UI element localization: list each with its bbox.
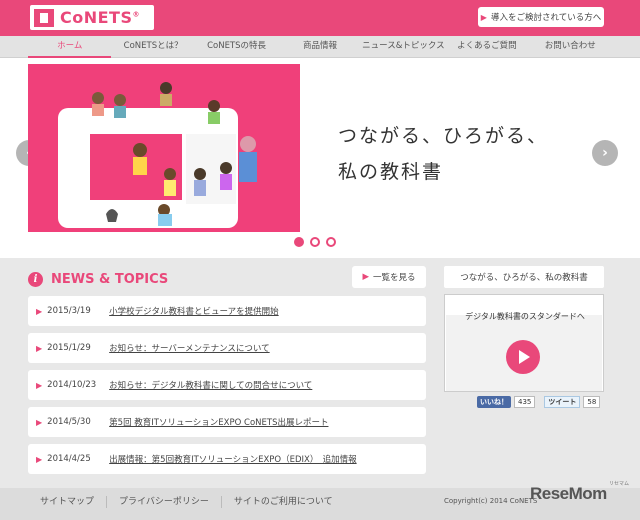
news-date: 2014/4/25 [47, 454, 91, 464]
news-date: 2014/10/23 [47, 380, 97, 390]
footer-links: サイトマップ プライバシーポリシー サイトのご利用について [28, 488, 345, 516]
nav-item-2[interactable]: CoNETSの特長 [195, 36, 278, 58]
site-header: CoNETS® ▶ 導入をご検討されている方へ [0, 0, 640, 36]
chevron-right-icon: ▶ [36, 417, 43, 427]
facebook-like-button[interactable]: いいね！ [477, 396, 511, 408]
facebook-like-count: 435 [514, 396, 536, 408]
nav-item-6[interactable]: お問い合わせ [529, 36, 612, 58]
footer-link-2[interactable]: サイトのご利用について [222, 496, 345, 508]
news-title: NEWS & TOPICS [51, 271, 169, 287]
intro-consider-label: 導入をご検討されている方へ [490, 13, 602, 23]
logo-mark-icon [34, 8, 54, 27]
copyright-text: Copyright(c) 2014 CoNETS [444, 497, 538, 505]
slide-dot-1[interactable] [310, 237, 320, 247]
chevron-right-icon: ▶ [362, 272, 370, 282]
news-item[interactable]: ▶ 2015/1/29 お知らせ：サーバーメンテナンスについて [28, 333, 426, 363]
news-date: 2015/1/29 [47, 343, 91, 353]
nav-item-5[interactable]: よくあるご質問 [445, 36, 528, 58]
video-caption: デジタル教科書のスタンダードへ [465, 312, 585, 321]
news-date: 2014/5/30 [47, 417, 91, 427]
news-link[interactable]: 小学校デジタル教科書とビューアを提供開始 [109, 305, 279, 317]
play-icon[interactable] [506, 340, 540, 374]
resemom-watermark-sub: リセマム [609, 481, 630, 487]
intro-consider-button[interactable]: ▶ 導入をご検討されている方へ [478, 7, 604, 27]
tweet-button[interactable]: ツイート [544, 396, 581, 408]
children-illustration-image [28, 64, 300, 232]
info-icon: i [28, 271, 43, 287]
tweet-count: 58 [583, 396, 601, 408]
conets-logo[interactable]: CoNETS® [30, 5, 154, 30]
news-list: ▶ 2015/3/19 小学校デジタル教科書とビューアを提供開始 ▶ 2015/1/29… [28, 296, 426, 481]
sidebar-title: つながる、ひろがる、私の教科書 [444, 266, 604, 288]
nav-item-1[interactable]: CoNETSとは？ [111, 36, 194, 58]
footer-link-0[interactable]: サイトマップ [28, 496, 108, 508]
chevron-right-icon: ▶ [36, 306, 43, 316]
chevron-right-icon: ▶ [36, 343, 43, 353]
resemom-watermark: ReseMom [530, 484, 607, 503]
logo-text: CoNETS® [60, 8, 140, 27]
slide-indicator [294, 237, 336, 247]
tagline-line-2: 私の教科書 [338, 161, 444, 183]
main-nav-items: ホーム CoNETSとは？ CoNETSの特長 商品情報 ニュース&トピックス よくあるご… [28, 36, 612, 58]
hero-tagline: つながる、ひろがる、 私の教科書 [338, 118, 598, 190]
view-all-news-button[interactable]: ▶ 一覧を見る [352, 266, 426, 288]
nav-item-0[interactable]: ホーム [28, 36, 112, 58]
slide-dot-0[interactable] [294, 237, 304, 247]
chevron-right-icon: › [602, 145, 608, 161]
news-item[interactable]: ▶ 2014/10/23 お知らせ：デジタル教科書に関しての問合せについて [28, 370, 426, 400]
footer-link-1[interactable]: プライバシーポリシー [107, 496, 222, 508]
social-buttons: いいね！ 435 ツイート 58 [477, 396, 601, 408]
main-nav: ホーム CoNETSとは？ CoNETSの特長 商品情報 ニュース&トピックス よくあるご… [0, 36, 640, 58]
news-link[interactable]: 出展情報：第5回教育ITソリューションEXPO（EDIX） 追加情報 [109, 453, 356, 465]
news-item[interactable]: ▶ 2015/3/19 小学校デジタル教科書とビューアを提供開始 [28, 296, 426, 326]
slide-dot-2[interactable] [326, 237, 336, 247]
tagline-line-1: つながる、ひろがる、 [338, 125, 549, 147]
hero-illustration [28, 64, 300, 232]
news-link[interactable]: お知らせ：サーバーメンテナンスについて [109, 342, 269, 354]
chevron-right-icon: ▶ [36, 454, 43, 464]
news-link[interactable]: 第5回 教育ITソリューションEXPO CoNETS出展レポート [109, 416, 328, 428]
chevron-right-icon: ▶ [480, 12, 487, 22]
promo-video[interactable]: デジタル教科書のスタンダードへ [444, 294, 604, 392]
view-all-label: 一覧を見る [373, 273, 416, 283]
news-link[interactable]: お知らせ：デジタル教科書に関しての問合せについて [109, 379, 312, 391]
news-item[interactable]: ▶ 2014/4/25 出展情報：第5回教育ITソリューションEXPO（EDIX） … [28, 444, 426, 474]
news-date: 2015/3/19 [47, 306, 91, 316]
chevron-right-icon: ▶ [36, 380, 43, 390]
nav-item-4[interactable]: ニュース&トピックス [362, 36, 445, 58]
news-item[interactable]: ▶ 2014/5/30 第5回 教育ITソリューションEXPO CoNETS出展レポ… [28, 407, 426, 437]
nav-item-3[interactable]: 商品情報 [278, 36, 361, 58]
